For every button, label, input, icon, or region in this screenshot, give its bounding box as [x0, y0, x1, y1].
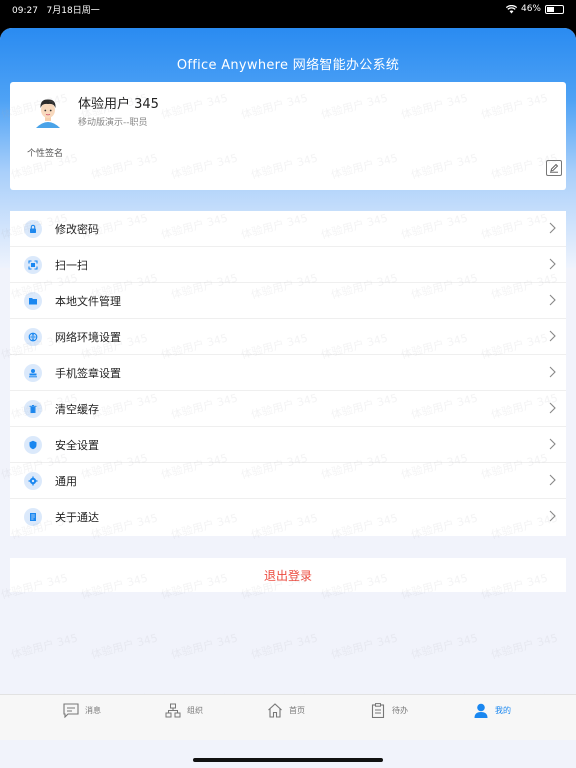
chevron-right-icon	[549, 330, 556, 342]
logout-button[interactable]: 退出登录	[10, 558, 566, 592]
user-role: 移动版演示--职员	[78, 118, 148, 128]
tab-mine[interactable]: 我的	[473, 703, 511, 718]
watermark-text: 体验用户 345	[489, 631, 560, 662]
tab-label: 消息	[85, 706, 101, 715]
status-time: 09:27	[12, 5, 38, 16]
todo-icon	[371, 703, 385, 718]
tab-home[interactable]: 首页	[267, 703, 305, 718]
org-icon	[165, 703, 181, 718]
chevron-right-icon	[549, 510, 556, 522]
user-name: 体验用户 345	[78, 97, 159, 112]
profile-card[interactable]: 体验用户 345 移动版演示--职员 个性签名	[10, 82, 566, 190]
menu-item-label: 关于通达	[55, 511, 99, 524]
folder-icon	[24, 292, 42, 310]
home-indicator	[193, 758, 383, 762]
menu-item-about[interactable]: 关于通达	[10, 499, 566, 535]
status-left: 09:27 7月18日周一	[12, 3, 100, 16]
network-icon	[24, 328, 42, 346]
menu-item-label: 通用	[55, 475, 77, 488]
chevron-right-icon	[549, 294, 556, 306]
status-date: 7月18日周一	[46, 5, 100, 16]
tab-messages[interactable]: 消息	[63, 703, 101, 718]
stamp-icon	[24, 364, 42, 382]
chevron-right-icon	[549, 366, 556, 378]
tab-bar: 消息 组织 首页 待办 我的	[0, 694, 576, 740]
avatar	[30, 94, 66, 130]
menu-item-scan[interactable]: 扫一扫	[10, 247, 566, 283]
watermark-text: 体验用户 345	[249, 631, 320, 662]
menu-item-general[interactable]: 通用	[10, 463, 566, 499]
signature-label: 个性签名	[27, 149, 64, 159]
pencil-icon	[550, 163, 559, 173]
lock-icon	[24, 220, 42, 238]
menu-item-security[interactable]: 安全设置	[10, 427, 566, 463]
tab-label: 我的	[495, 706, 511, 715]
menu-item-label: 手机签章设置	[55, 367, 121, 380]
user-icon	[474, 703, 488, 718]
menu-item-label: 修改密码	[55, 223, 99, 236]
menu-item-signature-stamp[interactable]: 手机签章设置	[10, 355, 566, 391]
status-bar: 09:27 7月18日周一 46%	[0, 0, 576, 18]
shield-icon	[24, 436, 42, 454]
menu-item-clear-cache[interactable]: 清空缓存	[10, 391, 566, 427]
tab-organization[interactable]: 组织	[165, 703, 203, 718]
watermark-text: 体验用户 345	[9, 631, 80, 662]
scan-icon	[24, 256, 42, 274]
wifi-icon	[505, 4, 517, 13]
settings-menu: 修改密码 扫一扫 本地文件管理 网络环境设置 手机签章设置 清空缓存 安全设置 …	[10, 211, 566, 536]
chevron-right-icon	[549, 402, 556, 414]
chevron-right-icon	[549, 474, 556, 486]
edit-signature-button[interactable]	[546, 160, 562, 176]
battery-percent: 46%	[520, 4, 541, 14]
watermark-text: 体验用户 345	[169, 631, 240, 662]
chevron-right-icon	[549, 438, 556, 450]
trash-icon	[24, 400, 42, 418]
chevron-right-icon	[549, 222, 556, 234]
page-title: Office Anywhere 网络智能办公系统	[176, 58, 400, 73]
gear-icon	[24, 472, 42, 490]
battery-icon	[545, 4, 564, 14]
watermark-text: 体验用户 345	[329, 631, 400, 662]
logout-label: 退出登录	[263, 568, 312, 583]
tab-label: 组织	[187, 706, 203, 715]
tab-label: 首页	[289, 706, 305, 715]
menu-item-label: 清空缓存	[55, 403, 99, 416]
status-right: 46%	[505, 4, 564, 14]
watermark-text: 体验用户 345	[409, 631, 480, 662]
menu-item-label: 网络环境设置	[55, 331, 121, 344]
menu-item-label: 扫一扫	[55, 259, 88, 272]
home-icon	[268, 703, 282, 718]
menu-item-network-settings[interactable]: 网络环境设置	[10, 319, 566, 355]
menu-item-label: 本地文件管理	[55, 295, 121, 308]
menu-item-label: 安全设置	[55, 439, 99, 452]
menu-item-change-password[interactable]: 修改密码	[10, 211, 566, 247]
message-icon	[63, 703, 79, 718]
menu-item-local-files[interactable]: 本地文件管理	[10, 283, 566, 319]
tab-todo[interactable]: 待办	[370, 703, 408, 718]
watermark-text: 体验用户 345	[89, 631, 160, 662]
app-screen: Office Anywhere 网络智能办公系统 体验用户 345 移动版演示-…	[0, 28, 576, 768]
info-doc-icon	[24, 508, 42, 526]
tab-label: 待办	[392, 706, 408, 715]
chevron-right-icon	[549, 258, 556, 270]
